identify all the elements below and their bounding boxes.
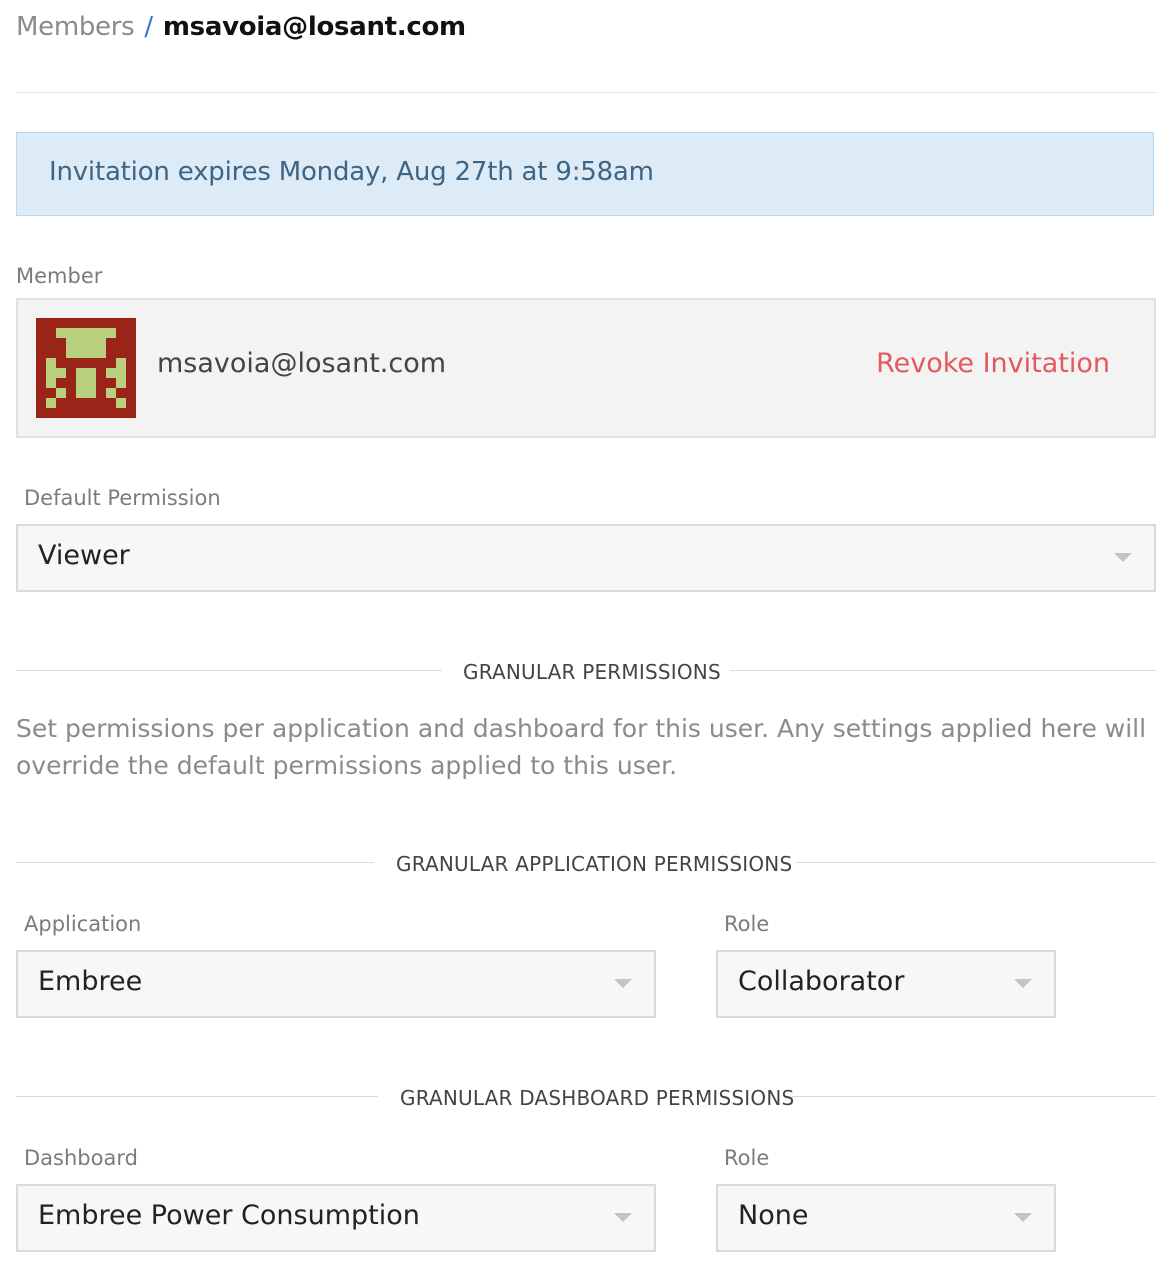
dashboard-label: Dashboard — [24, 1146, 138, 1170]
avatar — [36, 318, 136, 418]
breadcrumb-current: msavoia@losant.com — [162, 12, 466, 42]
application-role-select[interactable]: Collaborator — [716, 950, 1056, 1018]
application-permissions-heading: GRANULAR APPLICATION PERMISSIONS — [396, 852, 793, 876]
chevron-down-icon — [1014, 1213, 1032, 1222]
revoke-invitation-button[interactable]: Revoke Invitation — [876, 348, 1110, 379]
chevron-down-icon — [614, 979, 632, 988]
granular-divider-left — [16, 670, 442, 671]
application-role-value: Collaborator — [738, 966, 905, 997]
application-value: Embree — [38, 966, 143, 997]
invitation-expiry-alert: Invitation expires Monday, Aug 27th at 9… — [16, 132, 1154, 216]
dashboard-role-value: None — [738, 1200, 809, 1231]
application-select[interactable]: Embree — [16, 950, 656, 1018]
application-label: Application — [24, 912, 142, 936]
granular-permissions-description: Set permissions per application and dash… — [16, 714, 1147, 780]
application-divider-right — [796, 862, 1156, 863]
invitation-expiry-text: Invitation expires Monday, Aug 27th at 9… — [49, 157, 654, 187]
chevron-down-icon — [1114, 553, 1132, 562]
default-permission-select[interactable]: Viewer — [16, 524, 1156, 592]
granular-divider-right — [730, 670, 1156, 671]
dashboard-select[interactable]: Embree Power Consumption — [16, 1184, 656, 1252]
dashboard-value: Embree Power Consumption — [38, 1200, 420, 1231]
dashboard-permissions-heading: GRANULAR DASHBOARD PERMISSIONS — [400, 1086, 795, 1110]
dashboard-role-select[interactable]: None — [716, 1184, 1056, 1252]
member-email: msavoia@losant.com — [157, 348, 447, 379]
dashboard-divider-right — [792, 1096, 1156, 1097]
breadcrumb-separator: / — [144, 12, 153, 42]
dashboard-role-label: Role — [724, 1146, 770, 1170]
chevron-down-icon — [1014, 979, 1032, 988]
header-divider — [16, 92, 1156, 93]
default-permission-value: Viewer — [38, 540, 130, 571]
member-card: msavoia@losant.com Revoke Invitation — [16, 298, 1156, 438]
granular-permissions-heading: GRANULAR PERMISSIONS — [463, 660, 721, 684]
breadcrumb-members-link[interactable]: Members — [16, 12, 135, 42]
chevron-down-icon — [614, 1213, 632, 1222]
dashboard-divider-left — [16, 1096, 378, 1097]
application-role-label: Role — [724, 912, 770, 936]
member-label: Member — [16, 264, 103, 288]
default-permission-label: Default Permission — [24, 486, 221, 510]
breadcrumb: Members / msavoia@losant.com — [16, 12, 466, 42]
application-divider-left — [16, 862, 374, 863]
